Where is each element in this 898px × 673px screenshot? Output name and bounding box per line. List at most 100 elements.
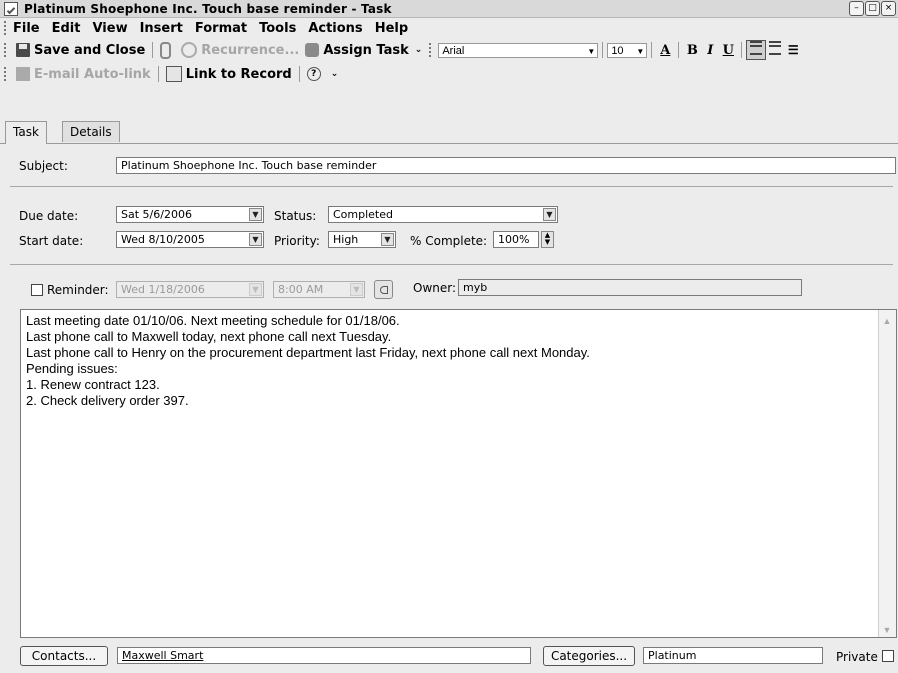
chevron-down-icon: ▼ xyxy=(249,233,262,246)
help-icon: ? xyxy=(306,67,321,81)
divider xyxy=(10,186,893,187)
reminder-date-value: Wed 1/18/2006 xyxy=(121,283,205,296)
status-select[interactable]: Completed ▼ xyxy=(328,206,558,223)
align-center-button[interactable] xyxy=(766,41,784,59)
toolbar-separator xyxy=(651,42,653,58)
font-size-select[interactable]: 10 ▼ xyxy=(607,42,648,58)
task-form: Subject: Platinum Shoephone Inc. Touch b… xyxy=(0,143,898,673)
menu-tools[interactable]: Tools xyxy=(259,21,296,36)
reminder-sound-button[interactable] xyxy=(374,280,393,299)
status-value: Completed xyxy=(333,208,393,221)
reminder-time-select[interactable]: 8:00 AM ▼ xyxy=(273,281,365,298)
menu-format[interactable]: Format xyxy=(195,21,247,36)
bullets-button[interactable]: ☰ xyxy=(784,43,802,57)
due-date-value: Sat 5/6/2006 xyxy=(121,208,192,221)
title-bar: Platinum Shoephone Inc. Touch base remin… xyxy=(0,0,898,18)
paperclip-icon xyxy=(160,41,172,59)
task-icon xyxy=(4,1,18,16)
minimize-button[interactable]: – xyxy=(849,1,864,16)
tab-details[interactable]: Details xyxy=(62,121,120,142)
link-to-record-label: Link to Record xyxy=(185,66,292,82)
email-autolink-button[interactable]: E-mail Auto-link xyxy=(13,67,154,82)
close-button[interactable]: × xyxy=(881,1,896,16)
toolbar-separator xyxy=(157,66,159,82)
priority-label: Priority: xyxy=(274,234,320,248)
toolbar-separator xyxy=(678,42,680,58)
chevron-down-icon: ▼ xyxy=(543,208,556,221)
bold-button[interactable]: B xyxy=(683,43,701,58)
menu-actions[interactable]: Actions xyxy=(308,21,362,36)
percent-complete-input[interactable]: 100% xyxy=(493,231,539,248)
toolbar-grip[interactable] xyxy=(4,67,9,81)
notes-line: Last phone call to Henry on the procurem… xyxy=(26,345,590,360)
tab-bar: Task Details xyxy=(0,121,898,144)
notes-line: Last phone call to Maxwell today, next p… xyxy=(26,329,392,344)
record-icon xyxy=(165,66,182,82)
percent-complete-label: % Complete: xyxy=(410,234,488,248)
align-left-icon xyxy=(750,41,763,55)
chevron-down-icon: ▼ xyxy=(350,283,363,296)
reminder-checkbox[interactable] xyxy=(31,284,43,296)
menu-bar: File Edit View Insert Format Tools Actio… xyxy=(0,18,898,38)
toolbar-grip[interactable] xyxy=(429,43,434,57)
help-button[interactable]: ? xyxy=(304,67,328,81)
save-icon xyxy=(16,43,30,57)
owner-label: Owner: xyxy=(413,281,457,295)
italic-button[interactable]: I xyxy=(701,43,719,58)
reminder-date-select[interactable]: Wed 1/18/2006 ▼ xyxy=(116,281,264,298)
assign-task-button[interactable]: Assign Task xyxy=(302,43,411,58)
save-and-close-button[interactable]: Save and Close xyxy=(13,43,148,58)
categories-button[interactable]: Categories... xyxy=(543,646,635,666)
private-label: Private xyxy=(836,650,878,664)
font-color-button[interactable]: A xyxy=(656,43,674,58)
menu-file[interactable]: File xyxy=(13,21,40,36)
link-to-record-button[interactable]: Link to Record xyxy=(163,66,295,82)
tab-task[interactable]: Task xyxy=(5,121,47,144)
toolbar-grip[interactable] xyxy=(4,43,9,57)
toolbar-separator xyxy=(741,42,743,58)
menu-insert[interactable]: Insert xyxy=(140,21,183,36)
align-left-button[interactable] xyxy=(746,40,767,60)
toolbar-options-button[interactable]: ⌄ xyxy=(412,45,426,55)
chevron-down-icon: ▼ xyxy=(587,46,596,56)
chevron-down-icon: ▼ xyxy=(381,233,394,246)
menu-view[interactable]: View xyxy=(92,21,127,36)
font-name-select[interactable]: Arial ▼ xyxy=(438,42,599,58)
divider xyxy=(10,264,893,265)
email-icon xyxy=(16,67,30,81)
due-date-select[interactable]: Sat 5/6/2006 ▼ xyxy=(116,206,264,223)
percent-spinner[interactable]: ▲ ▼ xyxy=(541,231,554,248)
assign-task-label: Assign Task xyxy=(323,42,409,58)
private-checkbox[interactable] xyxy=(882,650,894,662)
start-date-select[interactable]: Wed 8/10/2005 ▼ xyxy=(116,231,264,248)
subject-input[interactable]: Platinum Shoephone Inc. Touch base remin… xyxy=(116,157,896,174)
toolbar-options-button[interactable]: ⌄ xyxy=(328,69,342,79)
categories-input[interactable]: Platinum xyxy=(643,647,823,664)
maximize-button[interactable]: □ xyxy=(865,1,880,16)
menu-help[interactable]: Help xyxy=(375,21,408,36)
notes-line: Pending issues: xyxy=(26,361,118,376)
window-controls: – □ × xyxy=(849,1,896,16)
email-autolink-label: E-mail Auto-link xyxy=(34,66,151,82)
notes-body[interactable]: Last meeting date 01/10/06. Next meeting… xyxy=(20,309,897,638)
priority-select[interactable]: High ▼ xyxy=(328,231,396,248)
save-and-close-label: Save and Close xyxy=(34,42,146,58)
scroll-down-icon[interactable]: ▼ xyxy=(881,622,893,635)
insert-file-button[interactable] xyxy=(157,41,178,59)
start-date-value: Wed 8/10/2005 xyxy=(121,233,205,246)
reminder-time-value: 8:00 AM xyxy=(278,283,324,296)
due-date-label: Due date: xyxy=(19,209,79,223)
toolbar-grip[interactable] xyxy=(4,21,9,35)
notes-line: Last meeting date 01/10/06. Next meeting… xyxy=(26,313,400,328)
font-size-value: 10 xyxy=(611,44,624,57)
recurrence-button[interactable]: Recurrence... xyxy=(178,42,302,58)
notes-scrollbar[interactable]: ▲ ▼ xyxy=(878,310,896,637)
contacts-input[interactable]: Maxwell Smart xyxy=(117,647,531,664)
menu-edit[interactable]: Edit xyxy=(52,21,81,36)
scroll-up-icon[interactable]: ▲ xyxy=(881,313,893,326)
toolbar-separator xyxy=(602,42,604,58)
contacts-button[interactable]: Contacts... xyxy=(20,646,108,666)
chevron-down-icon: ▼ xyxy=(636,46,645,56)
standard-toolbar: Save and Close Recurrence... Assign Task… xyxy=(0,38,898,62)
underline-button[interactable]: U xyxy=(719,43,737,58)
